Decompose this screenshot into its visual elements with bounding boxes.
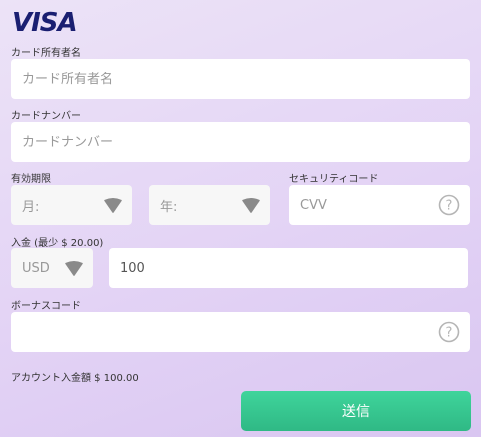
chevron-down-icon <box>242 198 260 213</box>
account-deposit-amount: アカウント入金額 $ 100.00 <box>11 373 139 384</box>
chevron-down-icon <box>104 198 122 213</box>
submit-button[interactable]: 送信 <box>241 391 471 431</box>
cardholder-field[interactable] <box>11 59 470 99</box>
card-number-input[interactable] <box>22 134 470 150</box>
visa-logo: VISA <box>12 8 78 38</box>
help-icon[interactable]: ? <box>438 321 460 343</box>
amount-input[interactable] <box>120 260 468 276</box>
currency-value: USD <box>22 260 50 276</box>
svg-text:?: ? <box>446 326 453 341</box>
bonus-code-label: ボーナスコード <box>11 301 81 312</box>
expiry-label: 有効期限 <box>11 174 51 185</box>
cardholder-input[interactable] <box>22 71 470 87</box>
expiry-month-value: 月: <box>22 199 40 215</box>
svg-text:?: ? <box>446 199 453 214</box>
expiry-year-value: 年: <box>160 199 178 215</box>
bonus-code-input[interactable] <box>22 324 470 340</box>
card-number-field[interactable] <box>11 122 470 162</box>
amount-label: 入金 (最少 $ 20.00) <box>11 238 104 249</box>
amount-field[interactable] <box>109 248 468 288</box>
currency-select[interactable]: USD <box>11 248 93 288</box>
expiry-year-select[interactable]: 年: <box>149 185 270 225</box>
expiry-month-select[interactable]: 月: <box>11 185 132 225</box>
chevron-down-icon <box>65 261 83 276</box>
cardholder-label: カード所有者名 <box>11 48 81 59</box>
help-icon[interactable]: ? <box>438 194 460 216</box>
security-code-field[interactable]: ? <box>289 185 470 225</box>
security-code-label: セキュリティコード <box>289 174 379 185</box>
card-number-label: カードナンバー <box>11 111 81 122</box>
bonus-code-field[interactable]: ? <box>11 312 470 352</box>
